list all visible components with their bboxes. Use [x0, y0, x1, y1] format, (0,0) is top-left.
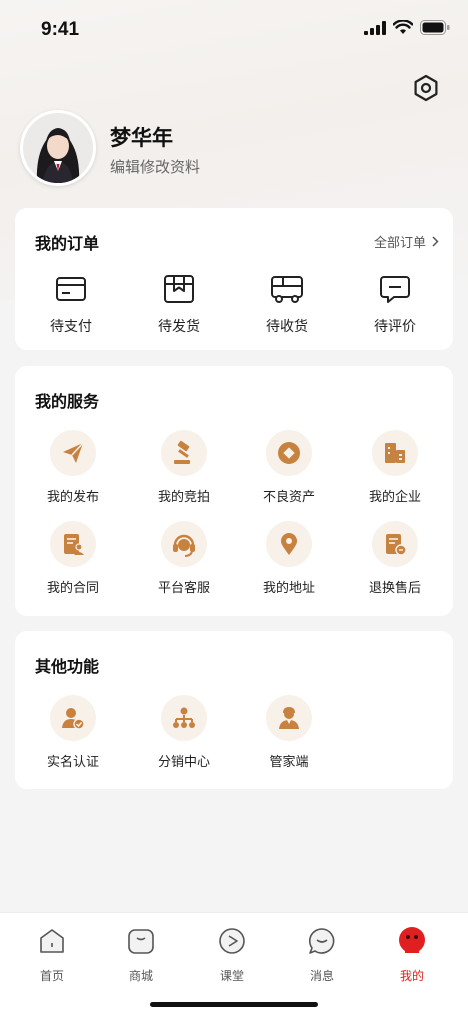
order-pending-shipment[interactable]: 待发货	[139, 272, 219, 336]
tab-mine[interactable]: 我的	[377, 925, 447, 984]
status-bar: 9:41	[0, 0, 468, 60]
avatar-portrait-icon	[23, 113, 93, 183]
wifi-icon	[393, 20, 413, 34]
service-label: 不良资产	[262, 490, 315, 505]
tab-shop[interactable]: 商城	[106, 925, 176, 984]
service-icon-circle	[266, 521, 312, 567]
service-label: 我的地址	[262, 581, 315, 596]
tab-classroom[interactable]: 课堂	[197, 925, 267, 984]
building-icon	[385, 443, 405, 463]
service-icon-circle	[50, 430, 96, 476]
tab-messages[interactable]: 消息	[287, 925, 357, 984]
card-icon	[56, 277, 86, 301]
service-npa[interactable]: 不良资产	[244, 430, 334, 505]
service-icon-circle	[266, 695, 312, 741]
diamond-icon	[278, 442, 300, 464]
shop-bag-icon	[128, 929, 154, 954]
avatar[interactable]	[20, 110, 96, 186]
bottom-tab-bar: 首页 商城 课堂 消息 我的	[0, 912, 468, 1016]
user-verified-icon	[62, 708, 85, 730]
service-icon-circle	[161, 695, 207, 741]
butler-icon	[279, 707, 299, 729]
settings-hexagon-icon	[414, 74, 438, 102]
return-doc-icon	[386, 534, 407, 556]
play-icon	[219, 928, 245, 954]
services-title: 我的服务	[35, 392, 100, 411]
feature-label: 管家端	[269, 755, 309, 770]
settings-button[interactable]	[410, 72, 442, 104]
service-my-auctions[interactable]: 我的竞拍	[139, 430, 229, 505]
service-icon-circle	[161, 521, 207, 567]
feature-real-name-verification[interactable]: 实名认证	[28, 695, 118, 770]
service-my-contracts[interactable]: 我的合同	[28, 521, 118, 596]
order-pending-review[interactable]: 待评价	[355, 272, 435, 336]
package-icon	[164, 275, 194, 303]
service-icon-circle	[50, 521, 96, 567]
paper-plane-icon	[63, 442, 84, 463]
service-customer-support[interactable]: 平台客服	[139, 521, 229, 596]
home-icon	[40, 929, 64, 953]
tab-home[interactable]: 首页	[17, 925, 87, 984]
comment-icon	[380, 276, 410, 303]
order-item-label: 待评价	[374, 319, 416, 335]
other-features-card: 其他功能 实名认证 分销中心 管家端	[15, 631, 453, 789]
message-icon	[308, 928, 335, 954]
service-my-address[interactable]: 我的地址	[244, 521, 334, 596]
headset-icon	[173, 534, 195, 557]
service-my-posts[interactable]: 我的发布	[28, 430, 118, 505]
chevron-right-icon	[432, 236, 439, 247]
profile-name: 梦华年	[110, 126, 173, 150]
order-item-label: 待支付	[50, 319, 92, 335]
other-features-title: 其他功能	[35, 657, 100, 676]
service-label: 退换售后	[368, 581, 421, 596]
orders-title: 我的订单	[35, 234, 100, 253]
signal-icon	[364, 20, 386, 35]
service-icon-circle	[372, 521, 418, 567]
edit-profile-link[interactable]: 编辑修改资料	[110, 156, 200, 177]
tab-label: 课堂	[219, 969, 244, 983]
status-time: 9:41	[41, 19, 80, 40]
service-my-company[interactable]: 我的企业	[350, 430, 440, 505]
profile-face-icon	[399, 927, 425, 953]
location-pin-icon	[281, 533, 297, 555]
feature-distribution-center[interactable]: 分销中心	[139, 695, 229, 770]
service-label: 我的发布	[46, 490, 99, 505]
service-label: 我的竞拍	[157, 490, 210, 505]
feature-butler-portal[interactable]: 管家端	[244, 695, 334, 770]
battery-icon	[420, 20, 450, 35]
feature-label: 实名认证	[46, 755, 99, 770]
service-label: 我的合同	[46, 581, 99, 596]
order-item-label: 待收货	[266, 319, 308, 335]
orders-card: 我的订单 全部订单 待支付 待发货 待收货 待评价	[15, 208, 453, 350]
service-icon-circle	[50, 695, 96, 741]
all-orders-link[interactable]: 全部订单	[374, 232, 439, 251]
contract-icon	[64, 534, 84, 555]
service-icon-circle	[161, 430, 207, 476]
gavel-icon	[174, 440, 190, 464]
service-label: 平台客服	[157, 581, 210, 596]
order-pending-payment[interactable]: 待支付	[31, 272, 111, 336]
service-icon-circle	[372, 430, 418, 476]
status-icons	[364, 20, 450, 35]
services-card: 我的服务 我的发布 我的竞拍 不良资产 我的企业 我的合同 平台客服 我的地址 …	[15, 366, 453, 616]
service-icon-circle	[266, 430, 312, 476]
order-item-label: 待发货	[158, 319, 200, 335]
tab-label: 消息	[309, 969, 334, 983]
order-pending-receipt[interactable]: 待收货	[247, 272, 327, 336]
tab-label: 商城	[128, 969, 153, 983]
all-orders-label: 全部订单	[373, 236, 426, 251]
service-returns[interactable]: 退换售后	[350, 521, 440, 596]
feature-label: 分销中心	[157, 755, 210, 770]
tab-label: 首页	[39, 969, 64, 983]
org-chart-icon	[173, 707, 195, 728]
tab-label: 我的	[399, 969, 424, 983]
home-indicator	[150, 1002, 318, 1007]
truck-icon	[271, 276, 303, 303]
service-label: 我的企业	[368, 490, 421, 505]
